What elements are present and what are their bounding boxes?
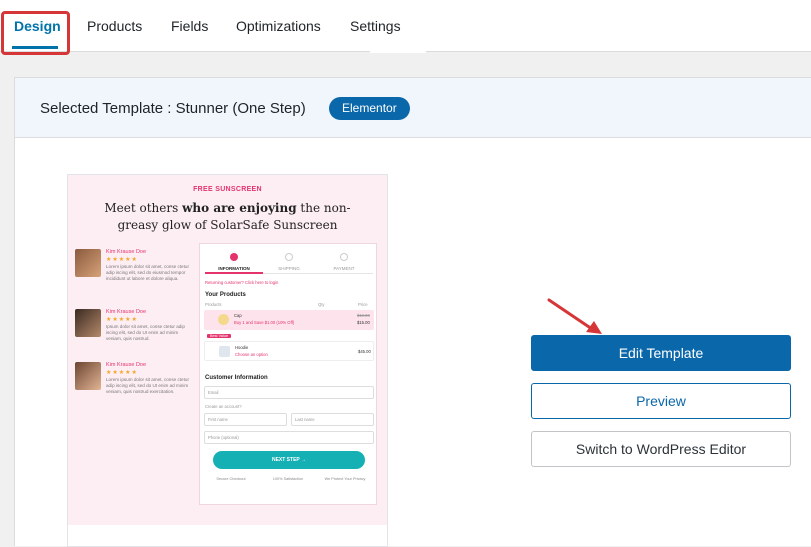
tab-bar: Design Products Fields Optimizations Set… (0, 0, 811, 55)
first-name-field: First name (204, 413, 287, 426)
satisfaction-badge: 100% Satisfaction (272, 477, 304, 481)
template-preview: FREE SUNSCREEN Meet others who are enjoy… (67, 174, 388, 547)
preview-headline: Meet others who are enjoying the non-gre… (104, 201, 351, 232)
email-field: Email (204, 386, 374, 399)
step-information: INFORMATION (205, 253, 263, 271)
next-step-button: NEXT STEP → (213, 451, 365, 469)
panel-header: Selected Template : Stunner (One Step) E… (15, 78, 811, 138)
preview-button[interactable]: Preview (531, 383, 791, 419)
tab-settings[interactable]: Settings (350, 18, 401, 34)
product-row: Cap Buy 1 and Save $1.00 (10% Off) $19.0… (204, 310, 374, 330)
star-rating: ★★★★★ (106, 257, 138, 263)
edit-template-button[interactable]: Edit Template (531, 335, 791, 371)
product-row: Hoodie Choose an option $45.00 (204, 341, 374, 361)
builder-badge: Elementor (329, 97, 410, 120)
login-link: Returning customer? Click here to login (205, 280, 279, 285)
avatar (75, 249, 101, 277)
switch-to-wordpress-editor-button[interactable]: Switch to WordPress Editor (531, 431, 791, 467)
avatar (75, 309, 101, 337)
selected-template-label: Selected Template : Stunner (One Step) (40, 100, 306, 117)
active-tab-underline (12, 46, 58, 49)
pointer-arrow-icon (547, 298, 602, 334)
customer-info-heading: Customer Information (205, 375, 268, 381)
privacy-badge: We Protect Your Privacy (324, 477, 366, 481)
tab-design[interactable]: Design (14, 18, 61, 34)
create-account-checkbox: Create an account? (205, 404, 242, 409)
tab-optimizations[interactable]: Optimizations (236, 18, 321, 34)
template-panel: Selected Template : Stunner (One Step) E… (14, 77, 811, 547)
secure-checkout-badge: Secure Checkout (216, 477, 246, 481)
step-shipping: SHIPPING (260, 253, 318, 271)
tab-fields[interactable]: Fields (171, 18, 208, 34)
your-products-heading: Your Products (205, 292, 246, 298)
star-rating: ★★★★★ (106, 317, 138, 323)
avatar (75, 362, 101, 390)
star-rating: ★★★★★ (106, 370, 138, 376)
checkout-form-preview: INFORMATION SHIPPING PAYMENT Returning c… (199, 243, 377, 505)
preview-eyebrow: FREE SUNSCREEN (193, 186, 262, 193)
best-value-badge: Best Value (207, 334, 232, 338)
phone-field: Phone (optional) (204, 431, 374, 444)
last-name-field: Last name (291, 413, 374, 426)
step-payment: PAYMENT (315, 253, 373, 271)
tab-products[interactable]: Products (87, 18, 142, 34)
